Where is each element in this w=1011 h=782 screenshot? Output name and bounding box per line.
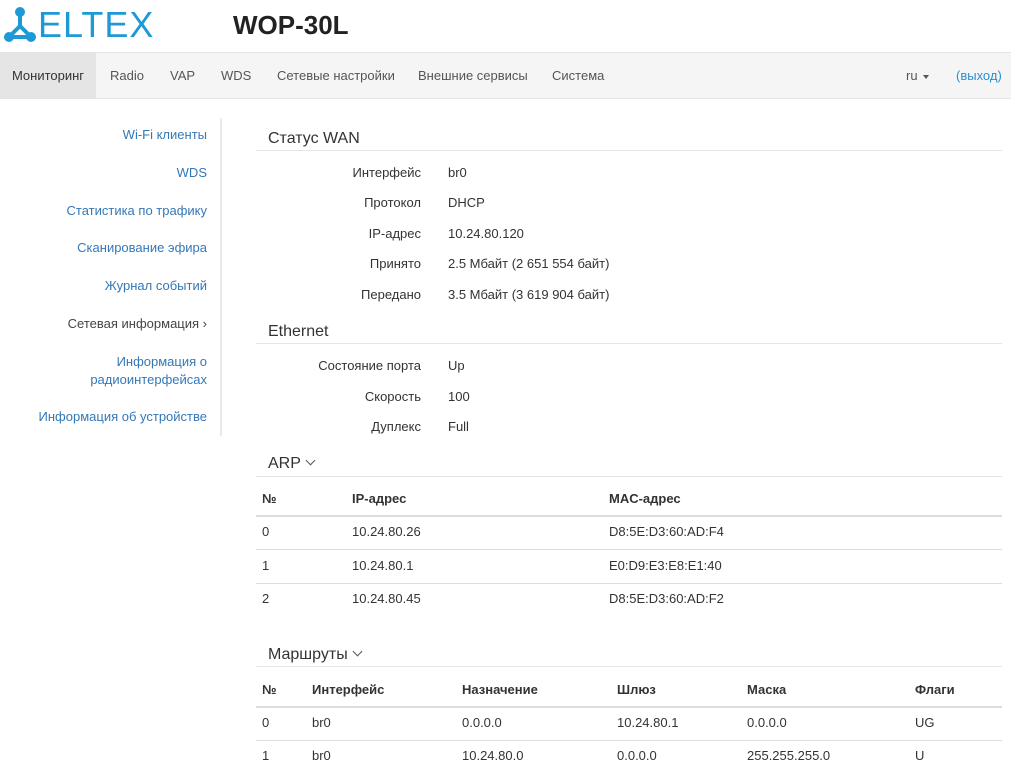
routes-cell-mask: 0.0.0.0 [747, 715, 787, 730]
wan-sent-label: Передано [361, 287, 421, 302]
nav-network-settings[interactable]: Сетевые настройки [264, 53, 408, 98]
divider [256, 666, 1002, 667]
arp-cell-mac: D8:5E:D3:60:AD:F2 [609, 591, 724, 606]
wan-interface-label: Интерфейс [352, 165, 421, 180]
routes-header-interface: Интерфейс [312, 682, 385, 697]
wan-ip-label: IP-адрес [368, 226, 421, 241]
routes-section-toggle[interactable]: Маршруты [268, 645, 363, 665]
routes-cell-destination: 10.24.80.0 [462, 748, 524, 763]
routes-cell-gateway: 0.0.0.0 [617, 748, 657, 763]
sidebar-item-event-log[interactable]: Журнал событий [105, 277, 207, 295]
port-state-value: Up [448, 358, 465, 373]
duplex-value: Full [448, 419, 469, 434]
divider [256, 476, 1002, 477]
arp-header-ip: IP-адрес [352, 491, 407, 506]
wan-protocol-label: Протокол [364, 195, 421, 210]
routes-header-destination: Назначение [462, 682, 538, 697]
table-header-divider [256, 706, 1002, 708]
routes-header-flags: Флаги [915, 682, 955, 697]
routes-cell-gateway: 10.24.80.1 [617, 715, 679, 730]
wan-ip-value: 10.24.80.120 [448, 226, 524, 241]
divider [256, 343, 1002, 344]
routes-cell-flags: U [915, 748, 925, 763]
routes-cell-mask: 255.255.255.0 [747, 748, 831, 763]
arp-header-number: № [262, 491, 277, 506]
table-row-divider [256, 549, 1002, 550]
logout-link[interactable]: (выход) [956, 53, 1002, 98]
language-dropdown[interactable]: ru [906, 53, 929, 98]
nav-monitoring[interactable]: Мониторинг [0, 53, 96, 98]
arp-section-title: ARP [268, 455, 301, 472]
wan-protocol-value: DHCP [448, 195, 485, 210]
arp-cell-ip: 10.24.80.26 [352, 524, 421, 539]
port-state-label: Состояние порта [318, 358, 421, 373]
wan-received-label: Принято [369, 256, 421, 271]
nav-system[interactable]: Система [539, 53, 617, 98]
device-title: WOP-30L [233, 10, 349, 40]
nav-vap[interactable]: VAP [157, 53, 208, 98]
ethernet-section-title: Ethernet [268, 323, 329, 340]
arp-cell-mac: E0:D9:E3:E8:E1:40 [609, 558, 722, 573]
routes-cell-flags: UG [915, 715, 935, 730]
wan-sent-value: 3.5 Мбайт (3 619 904 байт) [448, 287, 610, 302]
routes-cell-interface: br0 [312, 748, 331, 763]
chevron-down-icon [352, 646, 363, 657]
caret-down-icon [922, 74, 929, 79]
header: ELTEX WOP-30L [0, 0, 1011, 52]
wan-interface-value: br0 [448, 165, 467, 180]
sidebar-item-wifi-clients[interactable]: Wi-Fi клиенты [123, 126, 207, 144]
arp-cell-number: 2 [262, 591, 270, 606]
nav-radio[interactable]: Radio [97, 53, 157, 98]
nav-wds[interactable]: WDS [208, 53, 264, 98]
sidebar: Wi-Fi клиенты WDS Статистика по трафику … [0, 118, 222, 436]
speed-value: 100 [448, 389, 470, 404]
table-header-divider [256, 515, 1002, 517]
routes-header-mask: Маска [747, 682, 787, 697]
language-label: ru [906, 68, 918, 83]
chevron-down-icon [305, 455, 316, 466]
table-row-divider [256, 740, 1002, 741]
divider [256, 150, 1002, 151]
routes-cell-number: 1 [262, 748, 270, 763]
routes-header-number: № [262, 682, 277, 697]
table-row-divider [256, 583, 1002, 584]
sidebar-item-wds[interactable]: WDS [177, 164, 207, 182]
arp-header-mac: MAC-адрес [609, 491, 681, 506]
duplex-label: Дуплекс [371, 419, 421, 434]
arp-cell-mac: D8:5E:D3:60:AD:F4 [609, 524, 724, 539]
sidebar-item-radio-info-line2: радиоинтерфейсах [90, 372, 207, 387]
arp-cell-ip: 10.24.80.45 [352, 591, 421, 606]
logo-text: ELTEX [38, 4, 155, 45]
eltex-logo[interactable]: ELTEX [4, 6, 180, 44]
routes-header-gateway: Шлюз [617, 682, 656, 697]
nav-external-services[interactable]: Внешние сервисы [405, 53, 541, 98]
routes-cell-number: 0 [262, 715, 270, 730]
sidebar-item-radio-info[interactable]: Информация о радиоинтерфейсах [90, 353, 207, 389]
arp-cell-ip: 10.24.80.1 [352, 558, 414, 573]
top-navbar: Мониторинг Radio VAP WDS Сетевые настрой… [0, 52, 1011, 99]
arp-cell-number: 0 [262, 524, 270, 539]
routes-cell-destination: 0.0.0.0 [462, 715, 502, 730]
speed-label: Скорость [364, 389, 421, 404]
arp-section-toggle[interactable]: ARP [268, 454, 316, 474]
routes-cell-interface: br0 [312, 715, 331, 730]
sidebar-item-device-info[interactable]: Информация об устройстве [39, 408, 207, 426]
wan-section-title: Статус WAN [268, 130, 360, 147]
routes-section-title: Маршруты [268, 646, 348, 663]
eltex-logo-icon [4, 7, 36, 42]
arp-cell-number: 1 [262, 558, 270, 573]
sidebar-item-air-scan[interactable]: Сканирование эфира [77, 239, 207, 257]
sidebar-item-network-info[interactable]: Сетевая информация › [68, 315, 207, 333]
sidebar-item-traffic-stats[interactable]: Статистика по трафику [67, 202, 207, 220]
sidebar-item-radio-info-line1: Информация о [116, 354, 207, 369]
wan-received-value: 2.5 Мбайт (2 651 554 байт) [448, 256, 610, 271]
